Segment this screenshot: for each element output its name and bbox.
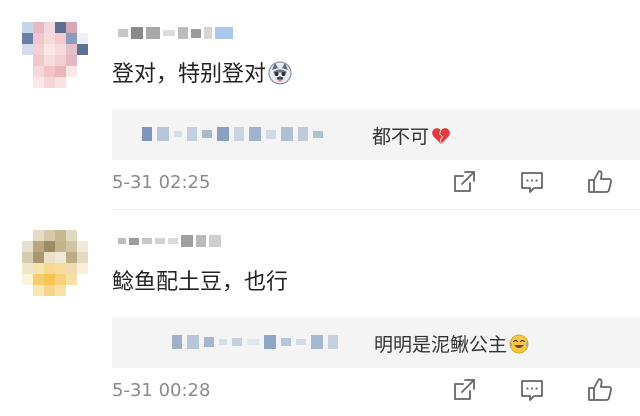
reply-box[interactable]: 明明是泥鳅公主 — [112, 318, 640, 368]
comment-button[interactable] — [516, 166, 548, 198]
comment-timestamp: 5-31 02:25 — [112, 172, 211, 193]
reply-username-blurred[interactable] — [172, 335, 338, 349]
avatar[interactable] — [22, 22, 88, 88]
share-button[interactable] — [448, 166, 480, 198]
like-button[interactable] — [584, 374, 616, 406]
like-icon — [588, 170, 612, 193]
reply-text: 明明是泥鳅公主 — [374, 330, 529, 357]
comment-icon — [521, 380, 543, 401]
reply-username-blurred[interactable] — [142, 127, 323, 141]
reply-text: 都不可 — [372, 122, 451, 149]
comment-text: 鲶鱼配土豆，也行 — [112, 270, 289, 295]
share-icon — [454, 379, 475, 400]
comment-item: 登对，特别登对 都不可 5-31 02:25 — [0, 0, 640, 208]
reply-box[interactable]: 都不可 — [112, 110, 640, 160]
username-blurred[interactable] — [118, 230, 221, 252]
comment-timestamp: 5-31 00:28 — [112, 380, 211, 401]
comment-text: 登对，特别登对 — [112, 56, 292, 88]
username-blurred[interactable] — [118, 22, 233, 44]
husky-face-emoji — [268, 61, 292, 85]
avatar[interactable] — [22, 230, 88, 296]
comment-icon — [521, 172, 543, 193]
comment-button[interactable] — [516, 374, 548, 406]
broken-heart-emoji — [432, 128, 450, 144]
share-icon — [454, 171, 475, 192]
laughing-tears-emoji — [509, 334, 529, 354]
like-icon — [588, 378, 612, 401]
share-button[interactable] — [448, 374, 480, 406]
comment-item: 鲶鱼配土豆，也行 明明是泥鳅公主 5-31 00:28 — [0, 208, 640, 416]
like-button[interactable] — [584, 166, 616, 198]
